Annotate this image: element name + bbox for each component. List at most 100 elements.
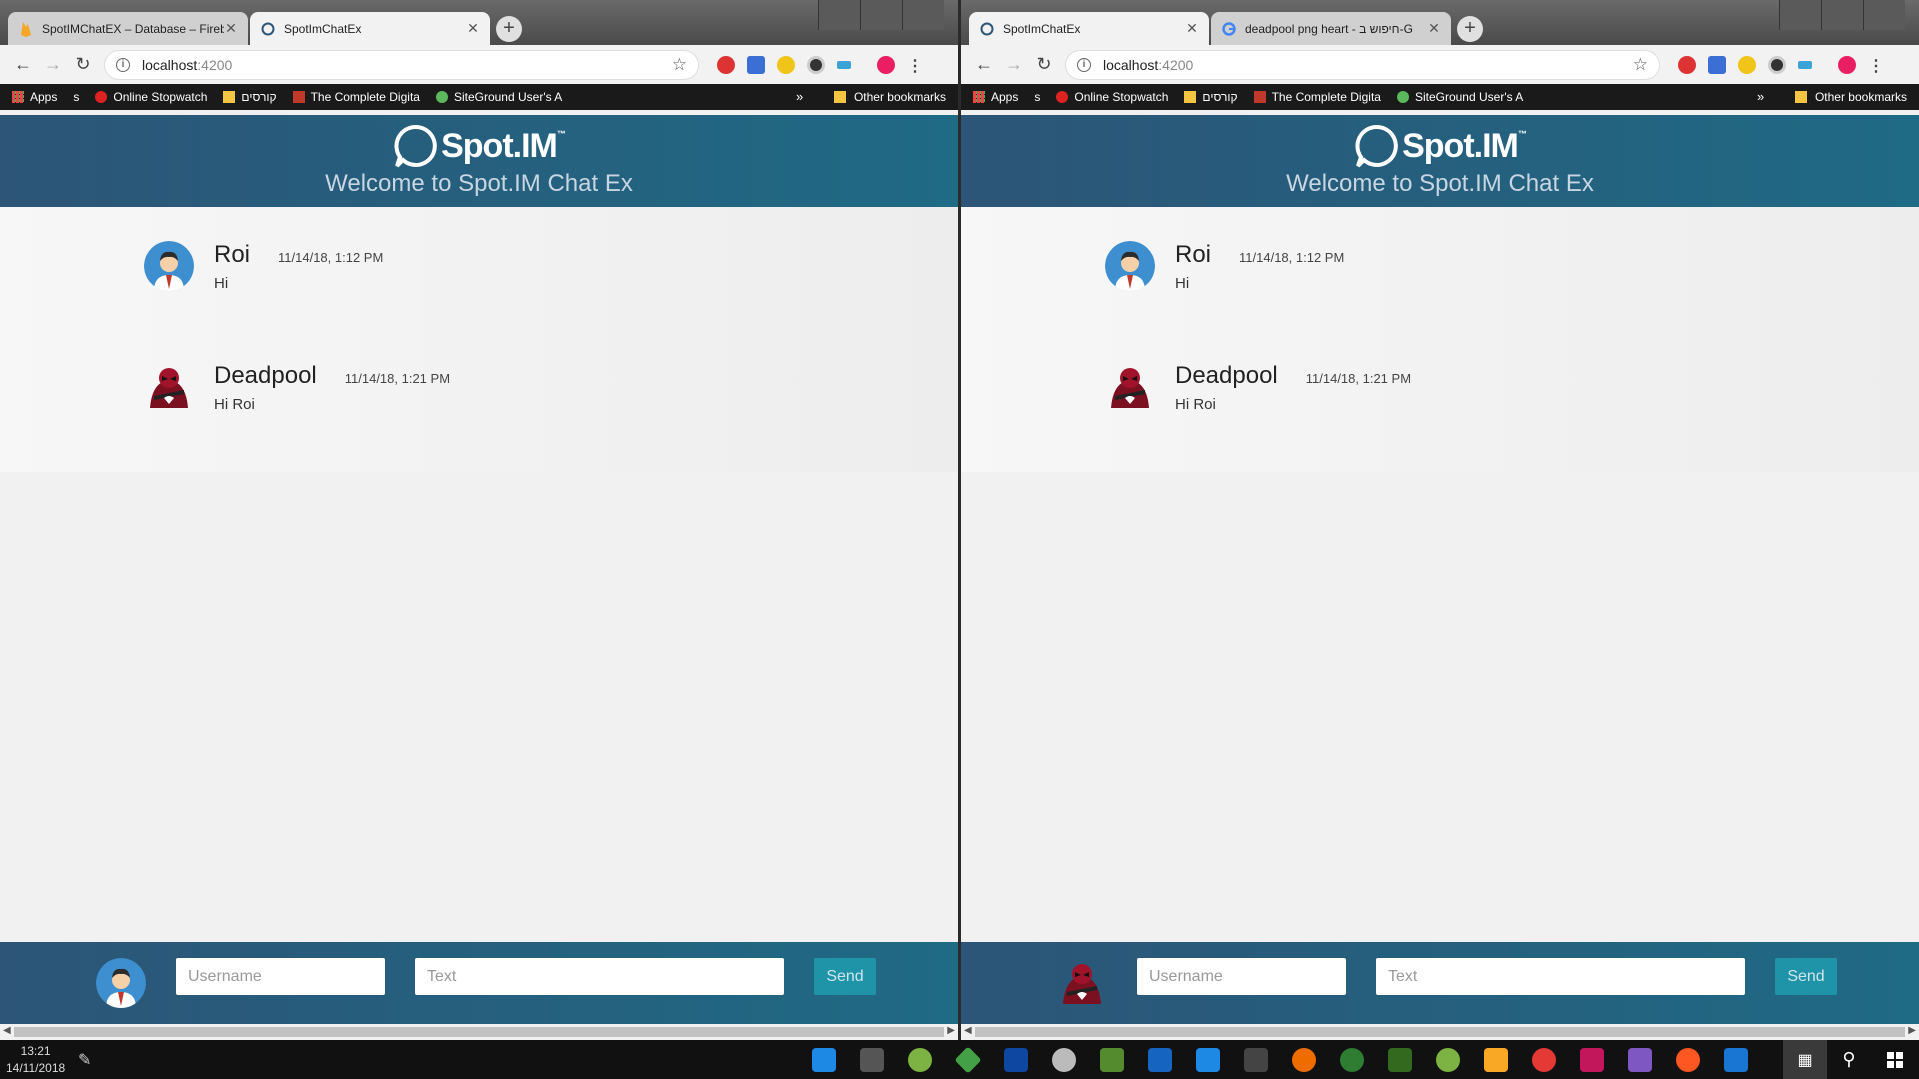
vscode-icon[interactable] [1148, 1047, 1172, 1072]
extension-translate-icon[interactable] [1708, 55, 1726, 74]
bookmarks-more-icon[interactable]: » [796, 89, 803, 104]
new-tab-button[interactable]: + [1457, 16, 1483, 42]
task-view-icon[interactable] [860, 1047, 884, 1072]
extension-wave-icon[interactable] [837, 60, 851, 69]
chrome-icon[interactable] [1532, 1047, 1556, 1072]
address-bar[interactable]: i localhost:4200 ☆ [104, 49, 699, 80]
tab-spotim[interactable]: SpotImChatEx ✕ [250, 12, 490, 45]
bookmark-complete-digital[interactable]: The Complete Digita [1253, 90, 1381, 104]
horizontal-scrollbar[interactable]: ◀ ▶ [0, 1024, 958, 1040]
gem-icon[interactable] [954, 1045, 982, 1074]
s-app-icon[interactable] [1580, 1047, 1604, 1072]
photoshop-icon[interactable] [1004, 1047, 1028, 1072]
bookmark-complete-digital[interactable]: The Complete Digita [292, 90, 420, 104]
extension-c-icon[interactable] [777, 55, 795, 74]
system-clock[interactable]: 13:21 14/11/2018 [6, 1043, 65, 1077]
bookmark-apps[interactable]: Apps [973, 90, 1018, 104]
message-timestamp: 11/14/18, 1:12 PM [278, 250, 384, 266]
bookmarks-more-icon[interactable]: » [1757, 89, 1764, 104]
snipping-tool-icon[interactable] [1244, 1047, 1268, 1072]
send-button[interactable]: Send [1775, 958, 1837, 995]
bookmark-online-stopwatch[interactable]: Online Stopwatch [95, 90, 207, 104]
scroll-right-icon[interactable]: ▶ [947, 1025, 955, 1036]
android-icon[interactable] [1436, 1047, 1460, 1072]
store-icon[interactable] [1724, 1047, 1748, 1072]
extension-shield-icon[interactable] [1678, 55, 1696, 74]
github-icon[interactable] [1052, 1047, 1076, 1072]
message-text-input[interactable] [415, 958, 784, 995]
search-icon[interactable]: ⚲ [1827, 1049, 1871, 1070]
new-tab-button[interactable]: + [496, 16, 522, 42]
tab-spotim[interactable]: SpotImChatEx ✕ [969, 12, 1209, 45]
message-text-input[interactable] [1376, 958, 1745, 995]
bookmark-siteground[interactable]: SiteGround User's A [1396, 90, 1523, 104]
username-input[interactable] [176, 958, 385, 995]
bookmark-online-stopwatch[interactable]: Online Stopwatch [1056, 90, 1168, 104]
close-tab-icon[interactable]: ✕ [1427, 20, 1441, 37]
back-arrow-icon[interactable]: ← [969, 50, 999, 80]
extension-circle-icon[interactable] [1768, 55, 1786, 74]
extension-translate-icon[interactable] [747, 55, 765, 74]
tree-icon[interactable] [1388, 1047, 1412, 1072]
menu-dots-icon[interactable]: ⋮ [907, 56, 923, 75]
extension-c-icon[interactable] [1738, 55, 1756, 74]
xbox-icon[interactable] [1340, 1047, 1364, 1072]
extension-wave-icon[interactable] [1798, 60, 1812, 69]
profile-avatar-icon[interactable] [1838, 55, 1856, 74]
forward-arrow-icon[interactable]: → [38, 50, 68, 80]
username-input[interactable] [1137, 958, 1346, 995]
forward-arrow-icon[interactable]: → [999, 50, 1029, 80]
postman-icon[interactable] [1676, 1047, 1700, 1072]
scroll-left-icon[interactable]: ◀ [964, 1025, 972, 1036]
pen-icon[interactable]: ✎ [78, 1050, 91, 1070]
stopwatch-icon [95, 91, 108, 103]
firefox-icon[interactable] [1292, 1047, 1316, 1072]
siteground-icon [1396, 91, 1409, 103]
browser-window-right: SpotImChatEx ✕ deadpool png heart - חיפו… [961, 0, 1919, 1040]
active-window-icon[interactable]: ▦ [1783, 1040, 1827, 1079]
extension-shield-icon[interactable] [717, 55, 735, 74]
bookmark-courses[interactable]: קורסים [223, 90, 277, 104]
close-tab-icon[interactable]: ✕ [466, 20, 480, 37]
info-icon[interactable]: i [116, 57, 130, 72]
back-arrow-icon[interactable]: ← [8, 50, 38, 80]
bookmark-apps[interactable]: Apps [12, 90, 57, 104]
scroll-right-icon[interactable]: ▶ [1908, 1025, 1916, 1036]
message-username: Deadpool [214, 362, 317, 389]
sourcetree-icon[interactable] [1628, 1047, 1652, 1072]
notepad-icon[interactable] [1100, 1047, 1124, 1072]
bookmark-siteground[interactable]: SiteGround User's A [435, 90, 562, 104]
file-explorer-icon[interactable] [1484, 1047, 1508, 1072]
android-studio-icon[interactable] [908, 1047, 932, 1072]
bookmark-courses[interactable]: קורסים [1184, 90, 1238, 104]
menu-dots-icon[interactable]: ⋮ [1868, 56, 1884, 75]
reload-icon[interactable]: ↻ [68, 50, 98, 80]
info-icon[interactable]: i [1077, 57, 1091, 72]
spotim-icon [260, 21, 276, 37]
profile-avatar-icon[interactable] [877, 55, 895, 74]
message-timestamp: 11/14/18, 1:12 PM [1239, 250, 1345, 266]
reload-icon[interactable]: ↻ [1029, 50, 1059, 80]
address-bar[interactable]: i localhost:4200 ☆ [1065, 49, 1660, 80]
webstorm-icon[interactable] [812, 1047, 836, 1072]
star-icon[interactable]: ☆ [1633, 55, 1648, 75]
other-bookmarks[interactable]: Other bookmarks [833, 84, 946, 110]
app-icon[interactable] [1196, 1047, 1220, 1072]
scroll-left-icon[interactable]: ◀ [3, 1025, 11, 1036]
tab-firebase[interactable]: SpotIMChatEX – Database – Fireb ✕ [8, 12, 248, 45]
tab-google-search[interactable]: deadpool png heart - חיפוש ב-G ✕ [1211, 12, 1451, 45]
apps-grid-icon [973, 91, 985, 103]
send-button[interactable]: Send [814, 958, 876, 995]
extension-circle-icon[interactable] [807, 55, 825, 74]
close-tab-icon[interactable]: ✕ [224, 20, 238, 37]
windows-start-icon[interactable] [1871, 1051, 1919, 1068]
close-tab-icon[interactable]: ✕ [1185, 20, 1199, 37]
scrollbar-thumb[interactable] [975, 1027, 1905, 1037]
other-bookmarks[interactable]: Other bookmarks [1794, 84, 1907, 110]
horizontal-scrollbar[interactable]: ◀ ▶ [961, 1024, 1919, 1040]
tab-title: SpotImChatEx [284, 21, 362, 36]
bookmark-s[interactable]: s [73, 90, 79, 104]
bookmark-s[interactable]: s [1034, 90, 1040, 104]
star-icon[interactable]: ☆ [672, 55, 687, 75]
scrollbar-thumb[interactable] [14, 1027, 944, 1037]
